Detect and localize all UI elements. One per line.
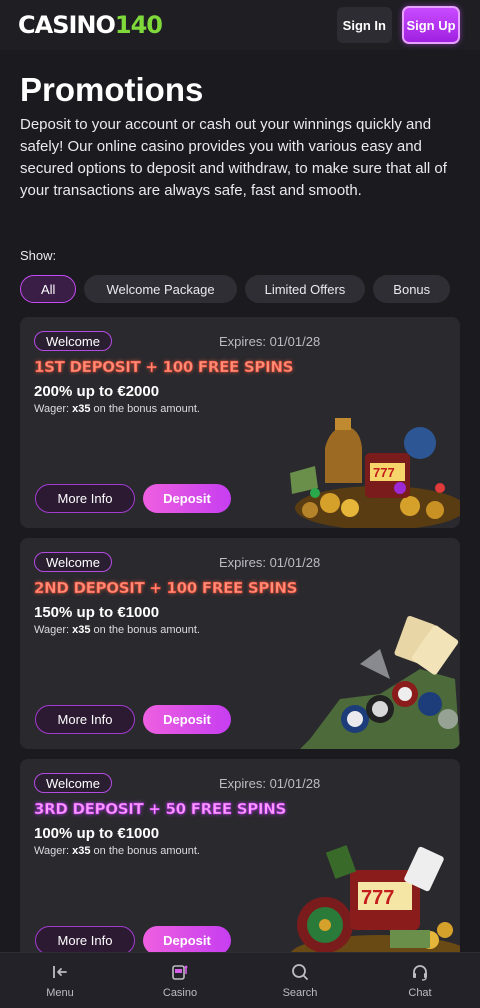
filter-chips: All Welcome Package Limited Offers Bonus (20, 275, 460, 303)
slot-machine-icon (172, 965, 188, 980)
promotion-offer: 150% up to €1000 (34, 604, 160, 621)
promotion-title: 2ND DEPOSIT + 100 FREE SPINS (34, 579, 298, 598)
main-content: Promotions Deposit to your account or ca… (0, 50, 480, 970)
promotion-card: Welcome Expires: 01/01/28 3RD DEPOSIT + … (20, 759, 460, 970)
nav-menu[interactable]: Menu (0, 953, 120, 1008)
logo-text: CASINO (18, 11, 116, 39)
wager-value: x35 (72, 624, 91, 636)
show-label: Show: (20, 248, 57, 263)
page-title: Promotions (20, 71, 204, 108)
wager-info: Wager: x35 on the bonus amount. (34, 403, 200, 415)
wager-info: Wager: x35 on the bonus amount. (34, 845, 200, 857)
filter-limited-offers[interactable]: Limited Offers (244, 275, 366, 303)
promotion-list: Welcome Expires: 01/01/28 1ST DEPOSIT + … (20, 317, 460, 970)
nav-casino[interactable]: Casino (120, 953, 240, 1008)
more-info-button[interactable]: More Info (35, 705, 135, 734)
logo-number: 140 (114, 11, 163, 39)
wager-text: on the bonus amount. (93, 845, 200, 857)
chips-cards-illustration (300, 615, 460, 749)
wager-text: on the bonus amount. (93, 403, 200, 415)
welcome-badge: Welcome (34, 552, 112, 572)
wager-value: x35 (72, 403, 91, 415)
headset-icon (413, 965, 427, 981)
promotion-card: Welcome Expires: 01/01/28 1ST DEPOSIT + … (20, 317, 460, 528)
nav-chat[interactable]: Chat (360, 953, 480, 1008)
nav-casino-label: Casino (162, 987, 198, 999)
filter-welcome-package[interactable]: Welcome Package (84, 275, 237, 303)
svg-text:777: 777 (373, 465, 395, 480)
promotion-offer: 100% up to €1000 (34, 825, 160, 842)
promotion-offer: 200% up to €2000 (34, 383, 160, 400)
casino-logo[interactable]: CASINO140 (18, 11, 163, 39)
welcome-badge: Welcome (34, 331, 112, 351)
expires-date: Expires: 01/01/28 (219, 555, 321, 570)
filter-all[interactable]: All (20, 275, 77, 303)
deposit-button[interactable]: Deposit (143, 705, 231, 734)
sign-in-button[interactable]: Sign In (336, 7, 392, 43)
menu-icon (53, 966, 67, 978)
expires-date: Expires: 01/01/28 (219, 334, 321, 349)
nav-chat-label: Chat (408, 987, 432, 999)
wager-label: Wager: (34, 845, 70, 857)
filter-bonus[interactable]: Bonus (373, 275, 451, 303)
nav-search-label: Search (282, 987, 318, 999)
svg-text:777: 777 (361, 887, 394, 909)
wager-label: Wager: (34, 624, 70, 636)
deposit-button[interactable]: Deposit (143, 484, 231, 513)
top-header: CASINO140 Sign In Sign Up (0, 0, 480, 50)
wager-value: x35 (72, 845, 91, 857)
search-icon (292, 964, 308, 980)
wager-text: on the bonus amount. (93, 624, 200, 636)
expires-date: Expires: 01/01/28 (219, 776, 321, 791)
promotion-card: Welcome Expires: 01/01/28 2ND DEPOSIT + … (20, 538, 460, 749)
more-info-button[interactable]: More Info (35, 926, 135, 955)
wager-label: Wager: (34, 403, 70, 415)
nav-menu-label: Menu (46, 987, 74, 999)
promotion-title: 3RD DEPOSIT + 50 FREE SPINS (34, 800, 287, 819)
promotion-title: 1ST DEPOSIT + 100 FREE SPINS (34, 358, 294, 377)
treasure-illustration: 777 (290, 418, 460, 528)
nav-search[interactable]: Search (240, 953, 360, 1008)
more-info-button[interactable]: More Info (35, 484, 135, 513)
intro-text: Deposit to your account or cash out your… (20, 116, 447, 199)
bottom-navigation: Menu Casino Search Chat (0, 952, 480, 1008)
wager-info: Wager: x35 on the bonus amount. (34, 624, 200, 636)
slot-machine-illustration: 777 (290, 845, 460, 970)
sign-up-button[interactable]: Sign Up (402, 6, 460, 44)
welcome-badge: Welcome (34, 773, 112, 793)
deposit-button[interactable]: Deposit (143, 926, 231, 955)
